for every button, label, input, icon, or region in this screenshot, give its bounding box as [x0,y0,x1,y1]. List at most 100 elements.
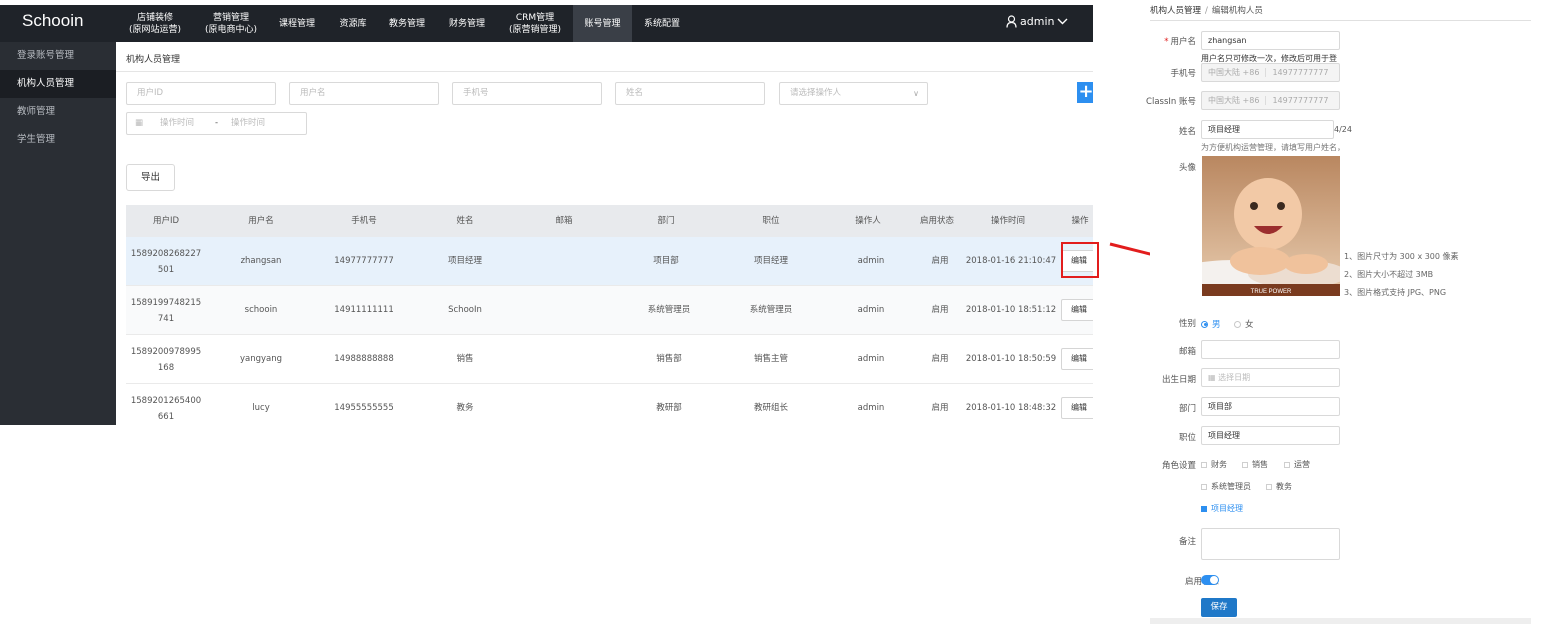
cell-operator: admin [857,256,885,266]
form-footer-bar [1150,618,1531,624]
save-button[interactable]: 保存 [1201,598,1237,617]
cell-operator: admin [857,305,885,315]
nav-label: 店铺装修 [136,12,173,23]
baby-photo: TRUE POWER [1202,156,1340,296]
cell-user-id: 1589201265400661 [130,396,202,422]
birth-date-picker[interactable]: ▦ 选择日期 [1201,368,1340,387]
gender-male-radio[interactable]: 男 [1201,318,1221,330]
nav-label: 账号管理 [584,18,621,29]
cell-status: 启用 [931,403,949,413]
nav-label: 营销管理 [212,12,249,23]
cell-position: 教研组长 [753,403,789,413]
role-sales-checkbox[interactable]: 销售 [1242,459,1268,470]
col-position: 职位 [762,216,780,226]
role-label: 角色设置 [1161,461,1196,471]
table-row[interactable]: 1589208268227501 zhangsan 14977777777 项目… [126,237,1093,286]
nav-marketing[interactable]: 营销管理 (原电商中心) [196,5,266,42]
cell-user-id: 1589199748215741 [130,298,202,324]
nav-label: 财务管理 [448,18,485,29]
nav-resources[interactable]: 资源库 [332,5,374,42]
role-sysadmin-checkbox[interactable]: 系统管理员 [1201,481,1251,492]
nav-finance[interactable]: 财务管理 [442,5,492,42]
name-field[interactable]: 项目经理 [1201,120,1334,139]
gender-label: 性别 [1178,319,1196,329]
cell-phone: 14955555555 [334,403,394,413]
nav-accounts[interactable]: 账号管理 [573,5,632,42]
operator-select[interactable]: 请选择操作人 ∨ [779,82,928,105]
cell-name: 教务 [456,403,474,413]
cell-status: 启用 [931,354,949,364]
birth-placeholder: 选择日期 [1218,373,1251,382]
staff-table: 用户ID 用户名 手机号 姓名 邮箱 部门 职位 操作人 启用状态 操作时间 操… [126,205,1093,425]
breadcrumb-current: 编辑机构人员 [1211,6,1263,16]
export-button[interactable]: 导出 [126,164,175,191]
checkbox-box [1201,461,1207,468]
cell-username: zhangsan [240,256,282,266]
col-email: 邮箱 [555,216,573,226]
edit-button[interactable]: 编辑 [1061,348,1093,370]
remark-label: 备注 [1178,537,1196,547]
sidebar-item-login-accounts[interactable]: 登录账号管理 [0,42,116,70]
role-operations-checkbox[interactable]: 运营 [1284,459,1310,470]
birth-label: 出生日期 [1161,375,1196,385]
edit-staff-form: 机构人员管理 / 编辑机构人员 * 用户名 zhangsan 用户名只可修改一次，修改… [1146,0,1531,630]
role-project-manager-checkbox[interactable]: 项目经理 [1201,503,1243,514]
nav-sublabel: (原电商中心) [204,24,258,35]
col-action: 操作 [1071,216,1089,226]
checkbox-box [1201,483,1207,490]
position-label: 职位 [1178,433,1196,443]
email-field[interactable] [1201,340,1340,359]
status-toggle[interactable] [1201,575,1219,585]
role-academic-checkbox[interactable]: 教务 [1266,481,1292,492]
username-filter-input[interactable]: 用户名 [289,82,439,105]
remark-textarea[interactable] [1201,528,1340,560]
user-menu[interactable]: admin [1006,15,1068,28]
name-filter-input[interactable]: 姓名 [615,82,765,105]
avatar-upload[interactable]: TRUE POWER [1202,156,1340,296]
table-row[interactable]: 1589199748215741 schooin 14911111111 Sch… [126,286,1093,335]
position-field[interactable]: 项目经理 [1201,426,1340,445]
classin-prefix: 中国大陆 +86 [1208,96,1267,105]
cell-username: schooin [244,305,278,315]
user-name: admin [1020,15,1055,28]
sidebar-item-org-staff[interactable]: 机构人员管理 [0,70,116,98]
calendar-icon: ▦ [135,118,144,128]
edit-button[interactable]: 编辑 [1061,397,1093,419]
cell-username: lucy [252,403,270,413]
phone-prefix: 中国大陆 +86 [1208,68,1267,77]
nav-sublabel: (原网站运营) [128,24,182,35]
operation-time-range-picker[interactable]: ▦ 操作时间 - 操作时间 [126,112,307,135]
nav-academic[interactable]: 教务管理 [382,5,432,42]
table-row[interactable]: 1589200978995168 yangyang 14988888888 销售… [126,335,1093,384]
breadcrumb-current: 机构人员管理 [126,55,181,65]
gender-female-radio[interactable]: 女 [1234,318,1254,330]
cell-time: 2018-01-10 18:48:32 [965,403,1057,413]
nav-store-decoration[interactable]: 店铺装修 (原网站运营) [120,5,190,42]
username-field[interactable]: zhangsan [1201,31,1340,50]
classin-value: 14977777777 [1272,96,1329,105]
logo[interactable]: Schooin [22,11,83,31]
sidebar-item-teachers[interactable]: 教师管理 [0,98,116,126]
nav-crm[interactable]: CRM管理 (原营销管理) [500,5,570,42]
dept-field[interactable]: 项目部 [1201,397,1340,416]
table-row[interactable]: 1589201265400661 lucy 14955555555 教务 教研部… [126,384,1093,425]
sidebar-item-students[interactable]: 学生管理 [0,126,116,154]
cell-user-id: 1589208268227501 [130,249,202,275]
avatar-note-format: 3、图片格式支持 JPG、PNG [1344,288,1447,297]
top-nav-bar: Schooin 店铺装修 (原网站运营) 营销管理 (原电商中心) 课程管理 资… [0,5,1093,42]
role-finance-checkbox[interactable]: 财务 [1201,459,1227,470]
nav-system-config[interactable]: 系统配置 [637,5,687,42]
breadcrumb-parent[interactable]: 机构人员管理 [1150,6,1201,16]
phone-label: 手机号 [1170,69,1196,79]
col-name: 姓名 [456,216,474,226]
cell-user-id: 1589200978995168 [130,347,202,373]
phone-filter-input[interactable]: 手机号 [452,82,602,105]
user-icon [1006,15,1017,28]
nav-courses[interactable]: 课程管理 [272,5,322,42]
user-id-filter-input[interactable]: 用户ID [126,82,276,105]
edit-button[interactable]: 编辑 [1061,299,1093,321]
add-staff-button[interactable]: + [1077,82,1093,103]
cell-dept: 教研部 [656,403,682,413]
operator-select-placeholder: 请选择操作人 [790,88,842,98]
sidebar: 登录账号管理 机构人员管理 教师管理 学生管理 [0,42,116,425]
